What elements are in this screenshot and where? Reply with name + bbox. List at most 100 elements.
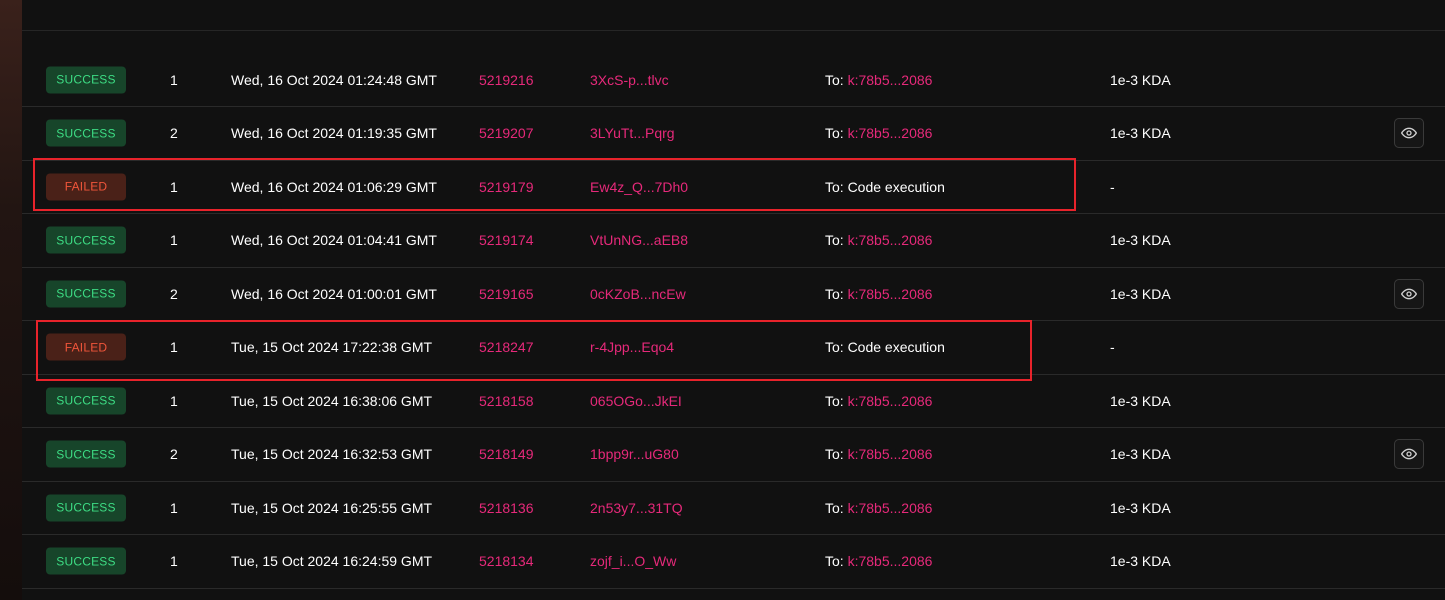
- tx-amount: 1e-3 KDA: [1110, 499, 1171, 516]
- request-key-link[interactable]: Ew4z_Q...7Dh0: [590, 179, 688, 195]
- tx-amount: 1e-3 KDA: [1110, 71, 1171, 88]
- table-row[interactable]: SUCCESS 1 Wed, 16 Oct 2024 01:24:48 GMT …: [22, 53, 1445, 107]
- request-key-link[interactable]: 0cKZoB...ncEw: [590, 286, 686, 302]
- recipient-label: To:: [825, 285, 848, 302]
- block-height-link[interactable]: 5218134: [479, 553, 534, 569]
- status-badge: SUCCESS: [46, 280, 126, 308]
- tx-amount: -: [1110, 178, 1115, 195]
- table-body: SUCCESS 1 Wed, 16 Oct 2024 01:24:48 GMT …: [22, 53, 1445, 589]
- recipient-address-link[interactable]: k:78b5...2086: [848, 553, 933, 569]
- tx-amount: 1e-3 KDA: [1110, 446, 1171, 463]
- table-header: [22, 0, 1445, 31]
- block-height-link[interactable]: 5218247: [479, 339, 534, 355]
- tx-index: 2: [170, 446, 178, 463]
- recipient: To: Code execution: [825, 179, 945, 195]
- tx-timestamp: Tue, 15 Oct 2024 16:38:06 GMT: [231, 392, 433, 409]
- table-row[interactable]: SUCCESS 1 Tue, 15 Oct 2024 16:25:55 GMT …: [22, 482, 1445, 535]
- block-height-link[interactable]: 5218149: [479, 446, 534, 462]
- table-row[interactable]: SUCCESS 1 Tue, 15 Oct 2024 16:38:06 GMT …: [22, 375, 1445, 428]
- table-row[interactable]: SUCCESS 2 Wed, 16 Oct 2024 01:19:35 GMT …: [22, 107, 1445, 161]
- status-badge: SUCCESS: [46, 387, 126, 415]
- request-key-link[interactable]: 3LYuTt...Pqrg: [590, 125, 675, 141]
- recipient-address-link[interactable]: k:78b5...2086: [848, 393, 933, 409]
- tx-index: 1: [170, 339, 178, 356]
- tx-index: 1: [170, 553, 178, 570]
- recipient: To: k:78b5...2086: [825, 446, 932, 462]
- tx-amount: 1e-3 KDA: [1110, 392, 1171, 409]
- request-key-link[interactable]: 1bpp9r...uG80: [590, 446, 679, 462]
- tx-index: 1: [170, 499, 178, 516]
- table-row[interactable]: SUCCESS 2 Tue, 15 Oct 2024 16:32:53 GMT …: [22, 428, 1445, 482]
- status-badge: SUCCESS: [46, 494, 126, 522]
- eye-icon: [1401, 288, 1417, 300]
- transactions-table: SUCCESS 1 Wed, 16 Oct 2024 01:24:48 GMT …: [22, 0, 1445, 600]
- recipient-address-link[interactable]: k:78b5...2086: [848, 232, 933, 248]
- block-height-link[interactable]: 5219165: [479, 286, 534, 302]
- table-row[interactable]: SUCCESS 1 Tue, 15 Oct 2024 16:24:59 GMT …: [22, 535, 1445, 589]
- block-height-link[interactable]: 5218158: [479, 393, 534, 409]
- request-key-link[interactable]: r-4Jpp...Eqo4: [590, 339, 674, 355]
- tx-timestamp: Wed, 16 Oct 2024 01:00:01 GMT: [231, 285, 437, 302]
- tx-timestamp: Tue, 15 Oct 2024 17:22:38 GMT: [231, 339, 433, 356]
- tx-index: 1: [170, 71, 178, 88]
- left-edge-shade: [0, 0, 22, 600]
- table-row[interactable]: FAILED 1 Wed, 16 Oct 2024 01:06:29 GMT 5…: [22, 161, 1445, 214]
- recipient-address-link[interactable]: k:78b5...2086: [848, 72, 933, 88]
- recipient: To: k:78b5...2086: [825, 393, 932, 409]
- block-height-link[interactable]: 5219174: [479, 232, 534, 248]
- table-row[interactable]: SUCCESS 1 Wed, 16 Oct 2024 01:04:41 GMT …: [22, 214, 1445, 268]
- view-details-button[interactable]: [1394, 118, 1424, 149]
- recipient: To: k:78b5...2086: [825, 286, 932, 302]
- tx-index: 2: [170, 125, 178, 142]
- recipient-label: To:: [825, 392, 848, 409]
- table-row[interactable]: SUCCESS 2 Wed, 16 Oct 2024 01:00:01 GMT …: [22, 268, 1445, 321]
- tx-timestamp: Wed, 16 Oct 2024 01:06:29 GMT: [231, 178, 437, 195]
- eye-icon: [1401, 127, 1417, 139]
- recipient-label: To:: [825, 499, 848, 516]
- view-details-button[interactable]: [1394, 439, 1424, 470]
- request-key-link[interactable]: VtUnNG...aEB8: [590, 232, 688, 248]
- table-row[interactable]: FAILED 1 Tue, 15 Oct 2024 17:22:38 GMT 5…: [22, 321, 1445, 375]
- recipient-address-link[interactable]: k:78b5...2086: [848, 446, 933, 462]
- recipient-label: To:: [825, 71, 848, 88]
- tx-amount: 1e-3 KDA: [1110, 285, 1171, 302]
- status-badge: FAILED: [46, 333, 126, 361]
- block-height-link[interactable]: 5219207: [479, 125, 534, 141]
- recipient: To: k:78b5...2086: [825, 232, 932, 248]
- tx-timestamp: Wed, 16 Oct 2024 01:24:48 GMT: [231, 71, 437, 88]
- view-details-button[interactable]: [1394, 278, 1424, 309]
- recipient-address-link[interactable]: k:78b5...2086: [848, 286, 933, 302]
- tx-timestamp: Tue, 15 Oct 2024 16:25:55 GMT: [231, 499, 433, 516]
- recipient-label: To:: [825, 553, 848, 570]
- tx-amount: 1e-3 KDA: [1110, 125, 1171, 142]
- block-height-link[interactable]: 5219179: [479, 179, 534, 195]
- recipient-label: To:: [825, 125, 848, 142]
- tx-timestamp: Tue, 15 Oct 2024 16:32:53 GMT: [231, 446, 433, 463]
- tx-index: 2: [170, 285, 178, 302]
- tx-amount: -: [1110, 339, 1115, 356]
- status-badge: SUCCESS: [46, 547, 126, 575]
- status-badge: SUCCESS: [46, 440, 126, 468]
- recipient: To: k:78b5...2086: [825, 553, 932, 569]
- tx-timestamp: Wed, 16 Oct 2024 01:19:35 GMT: [231, 125, 437, 142]
- block-height-link[interactable]: 5218136: [479, 500, 534, 516]
- recipient-label: To: Code execution: [825, 339, 945, 356]
- request-key-link[interactable]: zojf_i...O_Ww: [590, 553, 676, 569]
- recipient: To: k:78b5...2086: [825, 500, 932, 516]
- recipient-address-link[interactable]: k:78b5...2086: [848, 500, 933, 516]
- request-key-link[interactable]: 065OGo...JkEI: [590, 393, 682, 409]
- recipient: To: k:78b5...2086: [825, 125, 932, 141]
- tx-timestamp: Tue, 15 Oct 2024 16:24:59 GMT: [231, 553, 433, 570]
- tx-timestamp: Wed, 16 Oct 2024 01:04:41 GMT: [231, 232, 437, 249]
- status-badge: SUCCESS: [46, 119, 126, 147]
- recipient-label: To:: [825, 446, 848, 463]
- request-key-link[interactable]: 3XcS-p...tlvc: [590, 72, 669, 88]
- request-key-link[interactable]: 2n53y7...31TQ: [590, 500, 683, 516]
- recipient-address-link[interactable]: k:78b5...2086: [848, 125, 933, 141]
- eye-icon: [1401, 448, 1417, 460]
- status-badge: SUCCESS: [46, 226, 126, 254]
- tx-amount: 1e-3 KDA: [1110, 232, 1171, 249]
- block-height-link[interactable]: 5219216: [479, 72, 534, 88]
- recipient: To: k:78b5...2086: [825, 72, 932, 88]
- recipient: To: Code execution: [825, 339, 945, 355]
